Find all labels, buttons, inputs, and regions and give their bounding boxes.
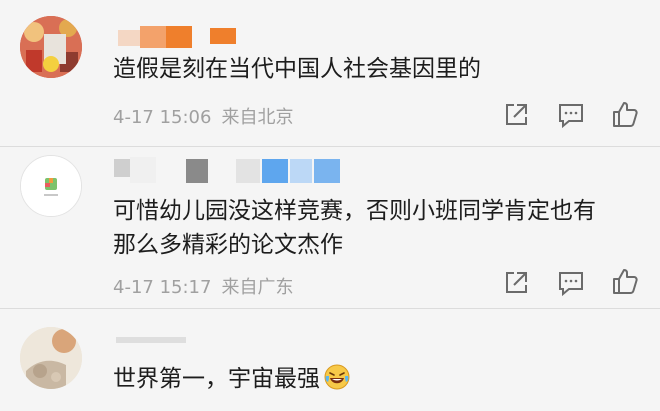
- like-icon[interactable]: [610, 266, 640, 296]
- avatar-image: [20, 16, 82, 78]
- avatar-image: [20, 327, 82, 389]
- comment-icon[interactable]: [556, 268, 586, 298]
- comment-text-line-2: 那么多精彩的论文杰作: [113, 232, 343, 258]
- comment-date: 4-17 15:17: [113, 277, 212, 298]
- laughing-tears-emoji-icon: [324, 364, 350, 390]
- comment-meta: 4-17 15:17 来自广东: [113, 273, 303, 299]
- comment-text: 造假是刻在当代中国人社会基因里的: [113, 56, 481, 82]
- comment-icon[interactable]: [556, 100, 586, 130]
- username-redacted[interactable]: [112, 157, 352, 187]
- comment-date: 4-17 15:06: [113, 107, 212, 128]
- share-icon[interactable]: [501, 100, 531, 130]
- username-redacted[interactable]: [112, 331, 192, 361]
- comment-text-line-1: 可惜幼儿园没这样竞赛，否则小班同学肯定也有: [113, 198, 596, 224]
- avatar-image: [21, 156, 81, 216]
- comment-location: 来自广东: [221, 277, 294, 298]
- avatar[interactable]: [20, 327, 82, 389]
- comment-location: 来自北京: [221, 107, 294, 128]
- comment-item-3: 世界第一，宇宙最强: [0, 309, 660, 411]
- avatar[interactable]: [20, 155, 82, 217]
- avatar[interactable]: [20, 16, 82, 78]
- comment-text-content: 世界第一，宇宙最强: [113, 366, 320, 392]
- comment-item-1: 造假是刻在当代中国人社会基因里的 4-17 15:06 来自北京: [0, 0, 660, 146]
- share-icon[interactable]: [501, 268, 531, 298]
- comment-meta: 4-17 15:06 来自北京: [113, 103, 303, 129]
- comment-text: 世界第一，宇宙最强: [113, 362, 350, 396]
- like-icon[interactable]: [610, 99, 640, 129]
- comment-item-2: 可惜幼儿园没这样竞赛，否则小班同学肯定也有 那么多精彩的论文杰作 4-17 15…: [0, 147, 660, 308]
